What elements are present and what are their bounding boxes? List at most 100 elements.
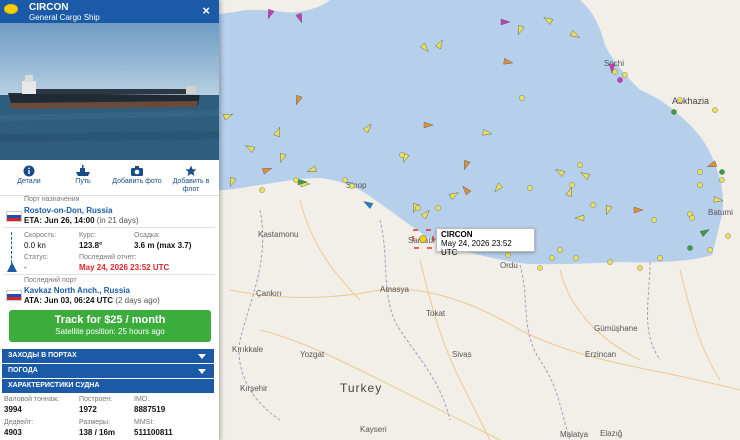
label-kirikkale: Kırıkkale: [232, 345, 264, 354]
vessel-marker[interactable]: [697, 182, 703, 188]
label-tokat: Tokat: [426, 309, 446, 318]
star-icon: [185, 165, 197, 176]
panel-header: CIRCON General Cargo Ship ×: [0, 0, 219, 23]
vessel-marker[interactable]: [590, 202, 596, 208]
vessel-marker[interactable]: [293, 177, 299, 183]
vessel-marker[interactable]: [719, 169, 725, 175]
vessel-marker[interactable]: [637, 265, 643, 271]
label-elazig: Elazığ: [600, 429, 622, 438]
flag-icon: [4, 4, 18, 14]
ship-position-icon: [7, 262, 17, 272]
vessel-marker[interactable]: [537, 265, 543, 271]
label-gumushane: Gümüşhane: [594, 324, 638, 333]
close-icon[interactable]: ×: [202, 4, 210, 17]
vessel-marker[interactable]: [415, 205, 421, 211]
eta-row: ETA: Jun 26, 14:00 (in 21 days): [24, 216, 139, 225]
gt-label: Валовой тоннаж:: [4, 396, 60, 403]
section-vessel-particulars-label: ХАРАКТЕРИСТИКИ СУДНА: [8, 382, 100, 389]
label-amasya: Amasya: [380, 285, 409, 294]
track-button[interactable]: Track for $25 / month Satellite position…: [9, 310, 211, 342]
details-button[interactable]: Детали: [2, 163, 56, 185]
add-to-fleet-label-2: флот: [182, 186, 200, 193]
vessel-marker[interactable]: [707, 247, 713, 253]
label-sivas: Sivas: [452, 350, 472, 359]
label-malatya: Malatya: [560, 430, 589, 439]
section-vessel-particulars[interactable]: ХАРАКТЕРИСТИКИ СУДНА: [2, 379, 214, 393]
tooltip-time: May 24, 2026 23:52 UTC: [441, 239, 512, 257]
built-value: 1972: [79, 405, 97, 414]
section-port-calls-label: ЗАХОДЫ В ПОРТАХ: [8, 352, 77, 359]
destination-port-link[interactable]: Rostov-on-Don, Russia: [24, 206, 112, 215]
label-sinop: Sinop: [346, 181, 367, 190]
section-weather-label: ПОГОДА: [8, 367, 38, 374]
label-yozgat: Yozgat: [300, 350, 325, 359]
vessel-marker[interactable]: [725, 233, 731, 239]
label-kastamonu: Kastamonu: [258, 230, 298, 239]
label-erzincan: Erzincan: [585, 350, 616, 359]
vessel-marker[interactable]: [549, 255, 555, 261]
section-port-calls[interactable]: ЗАХОДЫ В ПОРТАХ: [2, 349, 214, 363]
add-to-fleet-button[interactable]: Добавить в флот: [164, 163, 218, 194]
chevron-down-icon: [198, 354, 206, 359]
vessel-marker[interactable]: [557, 247, 563, 253]
vessel-marker[interactable]: [689, 215, 695, 221]
vessel-marker[interactable]: [677, 97, 683, 103]
draught-label: Осадка:: [134, 232, 160, 239]
dwt-value: 4903: [4, 428, 22, 437]
vessel-marker[interactable]: [712, 107, 718, 113]
speed-value: 0.0 kn: [24, 241, 46, 250]
eta-label: ETA:: [24, 216, 43, 225]
route-label: Путь: [75, 178, 91, 185]
status-value: -: [24, 263, 27, 272]
vessel-photo[interactable]: [0, 23, 219, 160]
last-report-value: May 24, 2026 23:52 UTC: [79, 263, 170, 272]
label-turkey: Turkey: [340, 381, 382, 395]
vessel-marker[interactable]: [519, 95, 525, 101]
vessel-marker[interactable]: [259, 187, 265, 193]
size-value: 138 / 16m: [79, 428, 116, 437]
label-kayseri: Kayseri: [360, 425, 387, 434]
vessel-marker[interactable]: [622, 72, 628, 78]
vessel-marker[interactable]: [349, 183, 355, 189]
russia-flag-icon: [6, 211, 22, 222]
ata-label: ATA:: [24, 296, 42, 305]
vessel-marker[interactable]: [671, 109, 677, 115]
vessel-marker[interactable]: [573, 255, 579, 261]
vessel-marker[interactable]: [617, 77, 623, 83]
vessel-marker[interactable]: [697, 169, 703, 175]
section-weather[interactable]: ПОГОДА: [2, 364, 214, 378]
route-button[interactable]: Путь: [56, 163, 110, 185]
track-button-subtitle: Satellite position: 25 hours ago: [55, 327, 165, 336]
eta-value: Jun 26, 14:00: [44, 216, 95, 225]
vessel-marker[interactable]: [607, 259, 613, 265]
tooltip-name: CIRCON: [441, 230, 473, 239]
vessel-marker[interactable]: [612, 69, 618, 75]
ship-route-icon: [76, 165, 90, 176]
label-cankiri: Çankırı: [256, 289, 282, 298]
vessel-marker[interactable]: [577, 162, 583, 168]
last-port-label: Последний порт: [24, 277, 77, 284]
ata-row: ATA: Jun 03, 06:24 UTC (2 days ago): [24, 296, 160, 305]
vessel-marker[interactable]: [527, 185, 533, 191]
gt-value: 3994: [4, 405, 22, 414]
vessel-marker[interactable]: [719, 177, 725, 183]
ata-value: Jun 03, 06:24 UTC: [44, 296, 114, 305]
vessel-marker[interactable]: [569, 182, 575, 188]
vessel-type: General Cargo Ship: [29, 13, 100, 22]
vessel-marker[interactable]: [342, 177, 348, 183]
built-label: Построен:: [79, 396, 113, 403]
vessel-marker[interactable]: [399, 152, 405, 158]
add-photo-button[interactable]: Добавить фото: [110, 163, 164, 185]
info-icon: [23, 165, 35, 177]
label-kirsehir: Kırşehir: [240, 384, 268, 393]
add-photo-label: Добавить фото: [112, 178, 162, 185]
vessel-marker[interactable]: [687, 245, 693, 251]
speed-label: Скорость:: [24, 232, 57, 239]
destination-label: Порт назначения: [24, 196, 80, 203]
vessel-marker[interactable]: [435, 205, 441, 211]
vessel-marker[interactable]: [651, 217, 657, 223]
vessel-marker[interactable]: [657, 255, 663, 261]
last-port-link[interactable]: Kavkaz North Anch., Russia: [24, 286, 130, 295]
mmsi-value: 511100811: [134, 428, 173, 437]
vessel-name: CIRCON: [29, 2, 69, 13]
